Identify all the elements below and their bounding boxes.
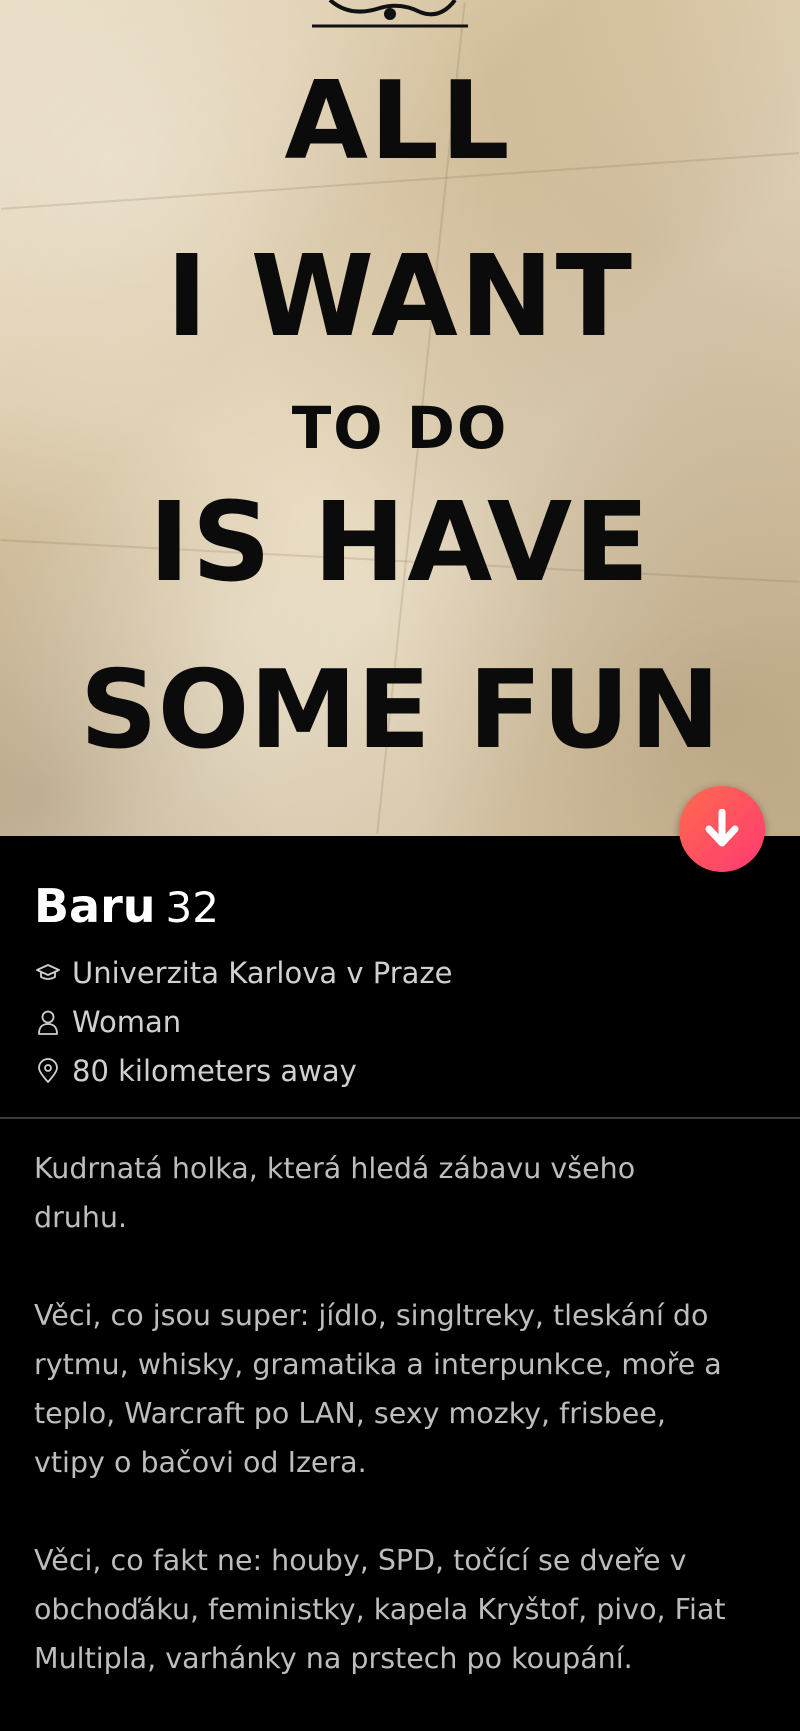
bio-paragraph-gap [34,1487,774,1536]
poster-line: SOME FUN [79,648,721,773]
bio-line: vtipy o bačovi od Izera. [34,1446,367,1479]
profile-info: Baru32 Univerzita Karlova v Praze Woman [0,836,800,1118]
bio-line: Věci, co jsou super: jídlo, singltreky, … [34,1299,709,1332]
bio-line: druhu. [34,1201,128,1234]
profile-page: ALL I WANT TO DO IS HAVE SOME FUN Baru 32… [0,0,800,1731]
school-text: Univerzita Karlova v Praze [72,956,453,990]
poster-line: TO DO [291,394,509,462]
school-row: Univerzita Karlova v Praze [34,953,453,993]
profile-bio: Kudrnatá holka, která hledá zábavu všeho… [34,1144,774,1683]
bio-line: Věci, co fakt ne: houby, SPD, točící se … [34,1544,687,1577]
poster-line: IS HAVE [148,478,652,606]
bio-paragraph-gap [34,1242,774,1291]
gender-text: Woman [72,1005,182,1039]
bio-line: obchoďáku, feministky, kapela Kryštof, p… [34,1593,726,1626]
poster-line: ALL [284,59,512,184]
distance-row: 80 kilometers away [34,1051,357,1091]
bio-line: teplo, Warcraft po LAN, sexy mozky, fris… [34,1397,666,1430]
bio-line: rytmu, whisky, gramatika a interpunkce, … [34,1348,722,1381]
profile-photo[interactable]: ALL I WANT TO DO IS HAVE SOME FUN [0,0,800,836]
bio-line: Kudrnatá holka, která hledá zábavu všeho [34,1152,636,1185]
graduation-cap-icon [34,959,62,987]
divider [0,1117,800,1119]
profile-name: Baru [34,879,156,933]
person-icon [34,1008,62,1036]
arrow-down-icon [705,809,739,847]
distance-text: 80 kilometers away [72,1054,357,1088]
poster-line: I WANT [166,232,634,362]
scroll-down-button[interactable] [679,786,765,872]
poster-ornament-icon [312,0,468,28]
profile-age: 32 [165,883,219,932]
location-pin-icon [34,1057,62,1085]
gender-row: Woman [34,1002,181,1042]
bio-line: Multipla, varhánky na prstech po koupání… [34,1642,633,1675]
name-age: Baru 32 [34,878,219,936]
